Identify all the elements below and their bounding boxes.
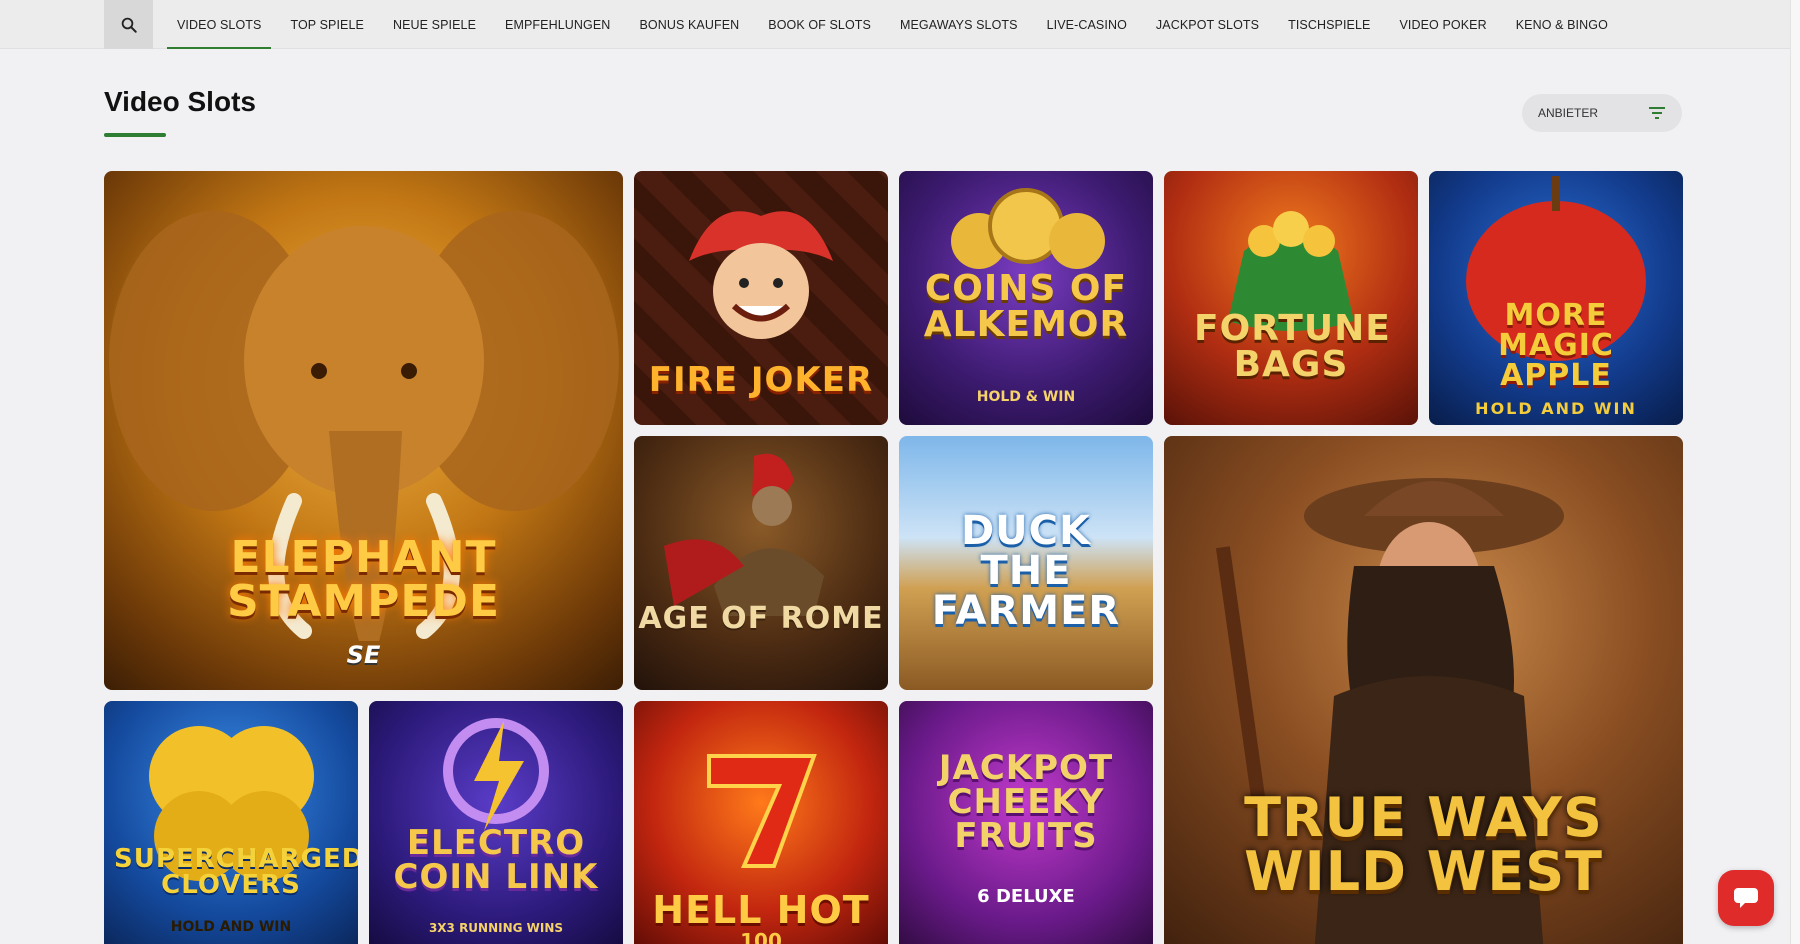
tab-live-casino[interactable]: LIVE-CASINO [1037,0,1137,49]
game-title: DUCK THE FARMER [931,508,1121,634]
game-tile[interactable]: AGE OF ROME [634,436,888,690]
game-subtitle: 3X3 RUNNING WINS [428,921,564,935]
game-title: ELECTRO COIN LINK [393,823,599,897]
filter-label: ANBIETER [1538,106,1599,120]
game-tile[interactable]: SUPERCHARGED CLOVERS HOLD AND WIN [104,701,358,944]
provider-filter-button[interactable]: ANBIETER [1522,94,1682,132]
tab-video-slots[interactable]: VIDEO SLOTS [167,0,272,49]
money-bag-artwork [1228,211,1354,331]
page-title: Video Slots [104,86,256,117]
game-tile[interactable]: DUCK THE FARMER [899,436,1153,690]
game-title: FIRE JOKER [648,360,874,400]
game-title: HELL HOT [652,888,870,932]
tab-tischspiele[interactable]: TISCHSPIELE [1278,0,1380,49]
chat-button[interactable] [1718,870,1774,926]
tab-bonus-kaufen[interactable]: BONUS KAUFEN [629,0,749,49]
game-title: MORE MAGIC APPLE [1498,298,1614,393]
game-subtitle: HOLD & WIN [976,389,1076,405]
tab-empfehlungen[interactable]: EMPFEHLUNGEN [495,0,620,49]
tab-top-spiele[interactable]: TOP SPIELE [280,0,374,49]
game-tile[interactable]: MORE MAGIC APPLE HOLD AND WIN [1429,171,1683,425]
filter-icon [1649,107,1665,119]
game-subtitle: SE [346,641,381,669]
title-underline [104,133,166,137]
game-tile[interactable]: FORTUNE BAGS [1164,171,1418,425]
game-title: TRUE WAYS WILD WEST [1244,786,1603,903]
game-title: COINS OF ALKEMOR [923,268,1129,345]
tab-video-poker[interactable]: VIDEO POKER [1389,0,1496,49]
game-title: AGE OF ROME [638,601,884,636]
game-tile[interactable]: TRUE WAYS WILD WEST [1164,436,1683,944]
game-subtitle: 100 [740,929,782,944]
search-button[interactable] [104,0,153,49]
game-title: FORTUNE BAGS [1194,308,1391,385]
game-tile[interactable]: JACKPOT CHEEKY FRUITS 6 DELUXE [899,701,1153,944]
game-subtitle: 6 DELUXE [977,886,1075,907]
chat-icon [1734,888,1758,908]
tab-keno-bingo[interactable]: KENO & BINGO [1506,0,1618,49]
game-grid: ELEPHANT STAMPEDE SE FIRE JOKER COINS OF… [104,171,1683,944]
clover-artwork [149,726,314,881]
game-tile[interactable]: ELEPHANT STAMPEDE SE [104,171,623,690]
game-subtitle: HOLD AND WIN [170,919,292,935]
game-tile[interactable]: ELECTRO COIN LINK 3X3 RUNNING WINS [369,701,623,944]
game-tile[interactable]: FIRE JOKER [634,171,888,425]
game-title: ELEPHANT STAMPEDE [226,532,500,627]
tab-megaways-slots[interactable]: MEGAWAYS SLOTS [890,0,1028,49]
game-subtitle: HOLD AND WIN [1475,399,1637,418]
top-navigation: VIDEO SLOTS TOP SPIELE NEUE SPIELE EMPFE… [0,0,1790,49]
game-title: JACKPOT CHEEKY FRUITS [938,748,1114,856]
category-tabs: VIDEO SLOTS TOP SPIELE NEUE SPIELE EMPFE… [167,0,1627,49]
search-icon [121,17,137,33]
page-scrollbar[interactable] [1790,0,1800,944]
tab-jackpot-slots[interactable]: JACKPOT SLOTS [1146,0,1269,49]
game-title: SUPERCHARGED CLOVERS [114,844,358,900]
tab-book-of-slots[interactable]: BOOK OF SLOTS [758,0,881,49]
game-tile[interactable]: HELL HOT 100 [634,701,888,944]
game-tile[interactable]: COINS OF ALKEMOR HOLD & WIN [899,171,1153,425]
warrior-artwork [664,453,824,616]
tab-neue-spiele[interactable]: NEUE SPIELE [383,0,486,49]
